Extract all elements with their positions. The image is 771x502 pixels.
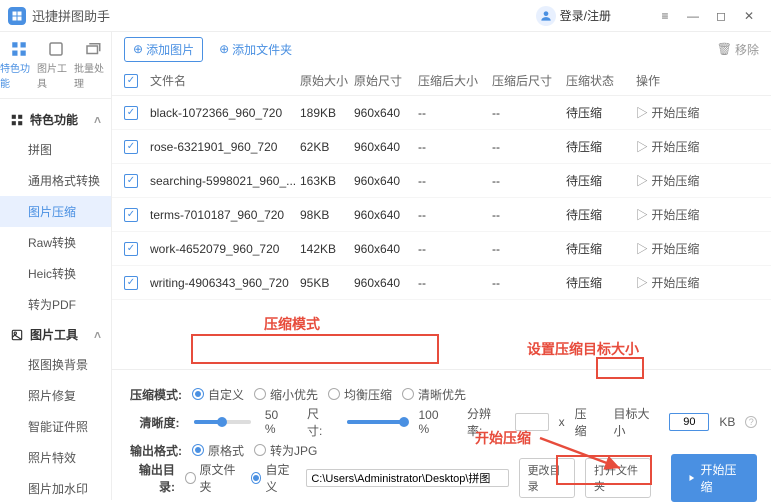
table-row: work-4652079_960_720142KB960x640----待压缩开…	[112, 232, 771, 266]
sidetab-batch[interactable]: 批量处理	[74, 36, 111, 94]
row-start-button[interactable]: 开始压缩	[636, 106, 699, 120]
res-w-input[interactable]	[515, 413, 549, 431]
cell-name: terms-7010187_960_720	[150, 208, 300, 222]
app-title: 迅捷拼图助手	[32, 6, 110, 25]
format-jpg[interactable]: 转为JPG	[254, 442, 317, 459]
cell-name: black-1072366_960_720	[150, 106, 300, 120]
trash-icon: 🗑	[717, 42, 732, 56]
sidebar-item-compress[interactable]: 图片压缩	[0, 196, 111, 227]
table-row: searching-5998021_960_...163KB960x640---…	[112, 164, 771, 198]
sidebar-item-repair[interactable]: 照片修复	[0, 380, 111, 411]
sidebar-item-bg[interactable]: 抠图换背景	[0, 349, 111, 380]
clarity-label: 清晰度:	[126, 414, 180, 431]
start-compress-button[interactable]: 开始压缩	[671, 454, 757, 502]
minimize-icon[interactable]: —	[679, 6, 707, 26]
table-header: 文件名 原始大小 原始尺寸 压缩后大小 压缩后尺寸 压缩状态 操作	[112, 66, 771, 96]
format-original[interactable]: 原格式	[192, 442, 244, 459]
table-row: terms-7010187_960_72098KB960x640----待压缩开…	[112, 198, 771, 232]
cell-name: searching-5998021_960_...	[150, 174, 300, 188]
close-icon[interactable]: ✕	[735, 6, 763, 26]
login-link[interactable]: 登录/注册	[536, 6, 611, 26]
row-checkbox[interactable]	[124, 276, 138, 290]
sidebar-group-tools[interactable]: 图片工具˄	[0, 320, 111, 349]
dir-original[interactable]: 原文件夹	[185, 461, 241, 495]
row-checkbox[interactable]	[124, 140, 138, 154]
row-start-button[interactable]: 开始压缩	[636, 242, 699, 256]
mode-small[interactable]: 缩小优先	[254, 386, 318, 403]
add-image-button[interactable]: ⊕添加图片	[124, 37, 203, 62]
sidebar-item-raw[interactable]: Raw转换	[0, 227, 111, 258]
sidetab-tools[interactable]: 图片工具	[37, 36, 74, 94]
cell-name: rose-6321901_960_720	[150, 140, 300, 154]
row-checkbox[interactable]	[124, 208, 138, 222]
row-start-button[interactable]: 开始压缩	[636, 208, 699, 222]
row-start-button[interactable]: 开始压缩	[636, 140, 699, 154]
row-start-button[interactable]: 开始压缩	[636, 174, 699, 188]
sidebar-item-pdf[interactable]: 转为PDF	[0, 289, 111, 320]
sidetab-special[interactable]: 特色功能	[0, 36, 37, 94]
sidebar-item-watermark[interactable]: 图片加水印	[0, 473, 111, 500]
dir-custom[interactable]: 自定义	[251, 461, 296, 495]
sidebar-item-collage[interactable]: 拼图	[0, 134, 111, 165]
row-start-button[interactable]: 开始压缩	[636, 276, 699, 290]
table-row: writing-4906343_960_72095KB960x640----待压…	[112, 266, 771, 300]
dir-path-input[interactable]	[306, 469, 508, 487]
avatar-icon	[536, 6, 556, 26]
dir-label: 输出目录:	[126, 461, 175, 495]
menu-icon[interactable]: ≡	[651, 6, 679, 26]
mode-custom[interactable]: 自定义	[192, 386, 244, 403]
delete-button[interactable]: 🗑移除	[717, 41, 759, 58]
chevron-up-icon: ˄	[94, 113, 101, 127]
sidebar-item-heic[interactable]: Heic转换	[0, 258, 111, 289]
sidebar-group-special[interactable]: 特色功能˄	[0, 105, 111, 134]
change-dir-button[interactable]: 更改目录	[519, 458, 575, 498]
sidebar-item-fx[interactable]: 照片特效	[0, 442, 111, 473]
mode-clear[interactable]: 清晰优先	[402, 386, 466, 403]
help-icon[interactable]: ?	[745, 416, 757, 428]
row-checkbox[interactable]	[124, 174, 138, 188]
clarity-slider[interactable]	[194, 420, 251, 424]
table-row: rose-6321901_960_72062KB960x640----待压缩开始…	[112, 130, 771, 164]
mode-label: 压缩模式:	[126, 386, 182, 403]
select-all-checkbox[interactable]	[124, 74, 138, 88]
add-folder-button[interactable]: ⊕添加文件夹	[219, 41, 292, 58]
row-checkbox[interactable]	[124, 242, 138, 256]
sidebar-item-convert[interactable]: 通用格式转换	[0, 165, 111, 196]
chevron-up-icon: ˄	[94, 328, 101, 342]
app-logo-icon	[8, 7, 26, 25]
format-label: 输出格式:	[126, 442, 182, 459]
open-dir-button[interactable]: 打开文件夹	[585, 458, 651, 498]
cell-name: writing-4906343_960_720	[150, 276, 300, 290]
sidebar-item-idphoto[interactable]: 智能证件照	[0, 411, 111, 442]
row-checkbox[interactable]	[124, 106, 138, 120]
size-slider[interactable]	[347, 420, 404, 424]
mode-balance[interactable]: 均衡压缩	[328, 386, 392, 403]
cell-name: work-4652079_960_720	[150, 242, 300, 256]
target-size-input[interactable]	[669, 413, 709, 431]
maximize-icon[interactable]: ◻	[707, 6, 735, 26]
table-row: black-1072366_960_720189KB960x640----待压缩…	[112, 96, 771, 130]
